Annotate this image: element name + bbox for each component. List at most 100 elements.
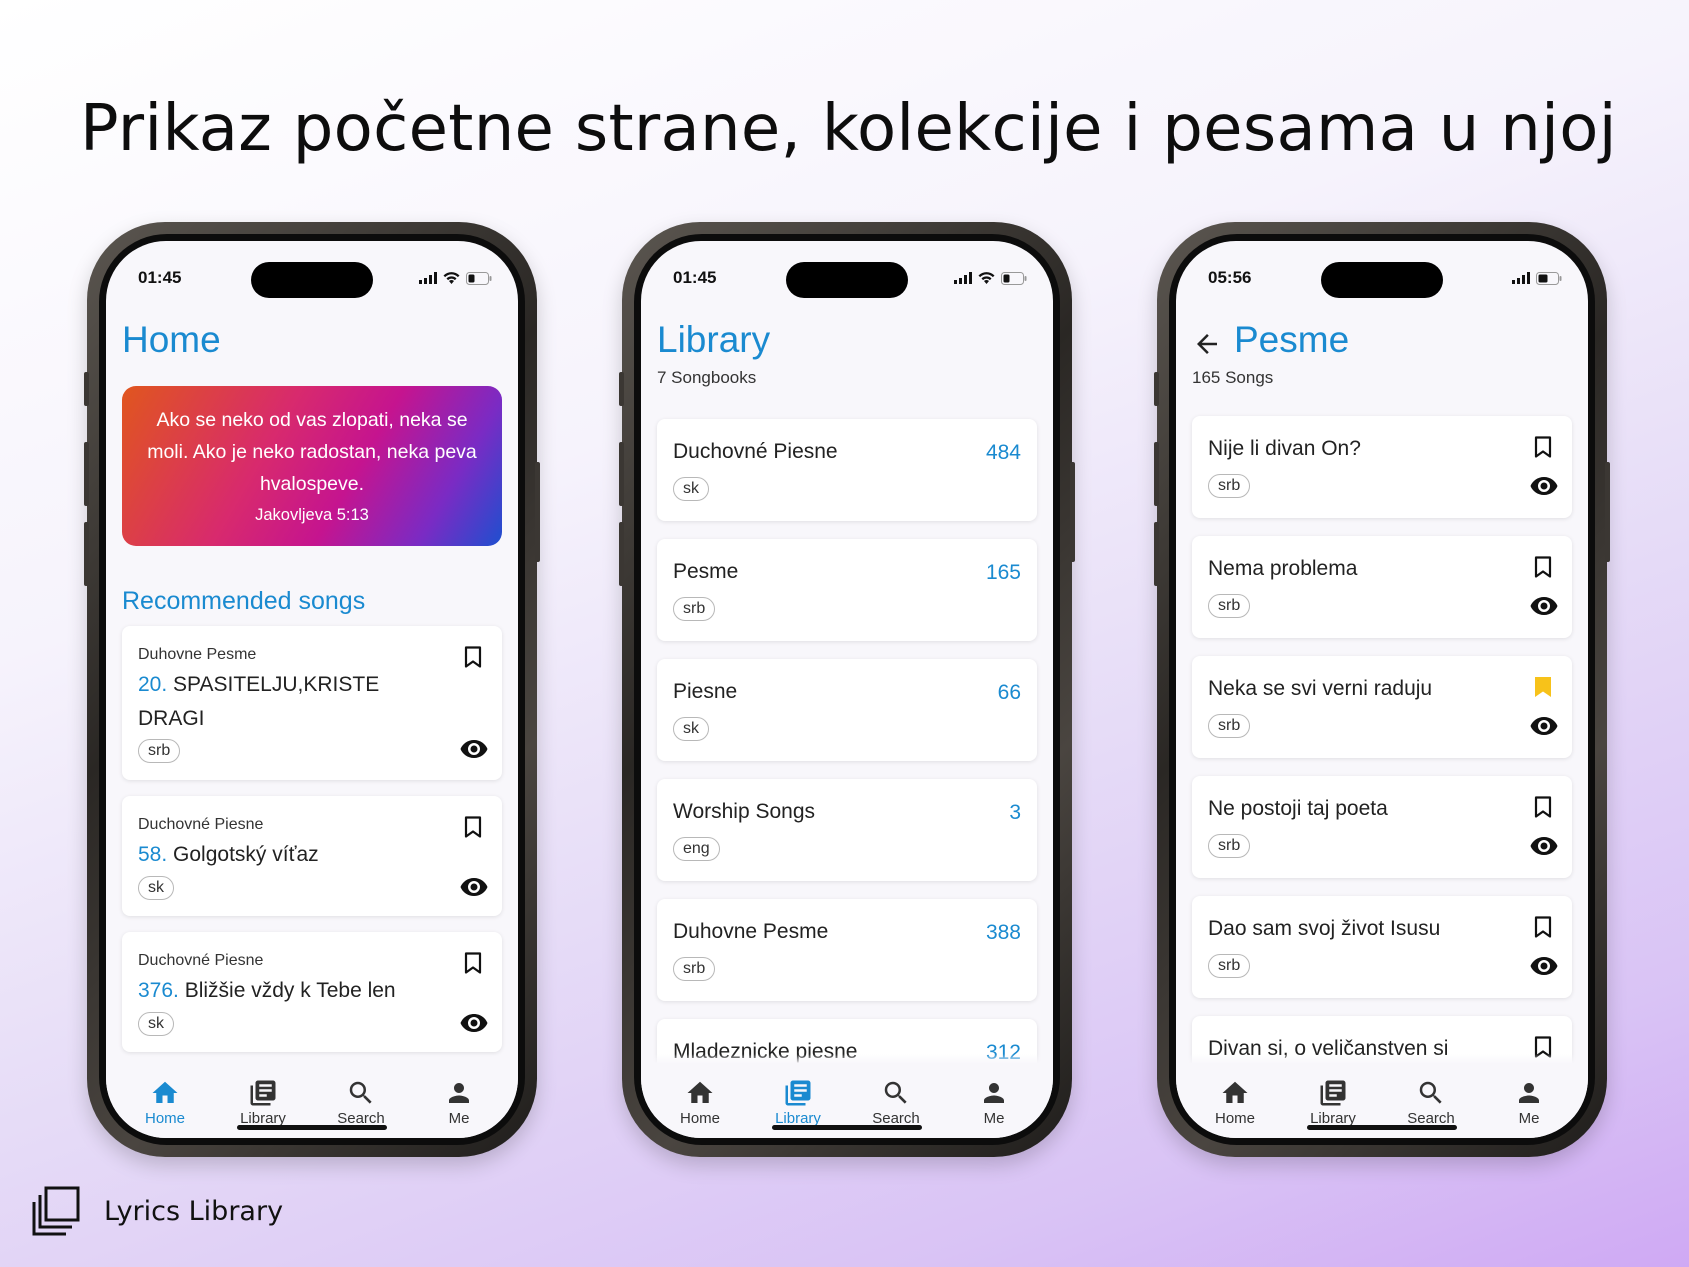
- tab-me[interactable]: Me: [951, 1064, 1037, 1138]
- status-bar: 01:45: [106, 241, 518, 301]
- language-chip: sk: [673, 717, 709, 741]
- songbook-card[interactable]: Duhovne Pesme 388 srb: [657, 899, 1037, 1001]
- bookmark-icon[interactable]: [1534, 916, 1552, 938]
- status-time: 01:45: [673, 268, 717, 287]
- language-chip: eng: [673, 837, 720, 861]
- language-chip: srb: [1208, 954, 1251, 978]
- status-bar: 05:56: [1176, 241, 1588, 301]
- song-count: 3: [1009, 801, 1021, 824]
- library-screen: 01:45 Library 7 Songbooks Duchovné Piesn…: [641, 241, 1053, 1138]
- songbook-card[interactable]: Pesme 165 srb: [657, 539, 1037, 641]
- language-chip: srb: [1208, 594, 1251, 618]
- battery-icon: [1536, 271, 1562, 285]
- language-chip: sk: [138, 876, 174, 900]
- verse-card[interactable]: Ako se neko od vas zlopati, neka se moli…: [122, 386, 502, 546]
- language-chip: srb: [138, 739, 181, 763]
- library-stack-icon: [32, 1186, 80, 1236]
- eye-icon[interactable]: [460, 739, 488, 759]
- song-count: 66: [997, 681, 1021, 704]
- tab-me[interactable]: Me: [1486, 1064, 1572, 1138]
- song-card[interactable]: Nije li divan On? srb: [1192, 416, 1572, 518]
- songbook-name: Duchovné Piesne: [138, 816, 264, 833]
- status-bar: 01:45: [641, 241, 1053, 301]
- song-card[interactable]: Neka se svi verni raduju srb: [1192, 656, 1572, 758]
- song-title: Nema problema: [1208, 557, 1358, 580]
- song-title: Nije li divan On?: [1208, 437, 1361, 460]
- language-chip: srb: [1208, 714, 1251, 738]
- eye-icon[interactable]: [1530, 956, 1558, 976]
- song-card[interactable]: Dao sam svoj život Isusu srb: [1192, 896, 1572, 998]
- tab-home[interactable]: Home: [1192, 1064, 1278, 1138]
- eye-icon[interactable]: [1530, 596, 1558, 616]
- songbook-name: Piesne: [673, 680, 738, 703]
- home-indicator: [772, 1125, 922, 1130]
- wifi-icon: [978, 272, 995, 284]
- verse-text: Ako se neko od vas zlopati, neka se moli…: [147, 409, 477, 495]
- song-title: Dao sam svoj život Isusu: [1208, 917, 1441, 940]
- signal-icon: [419, 272, 437, 284]
- phone-home: 01:45 Home Ako se neko od vas zlopati, n…: [84, 222, 540, 1157]
- song-count: 388: [985, 921, 1021, 944]
- battery-icon: [1001, 271, 1027, 285]
- eye-icon[interactable]: [1530, 836, 1558, 856]
- search-icon: [881, 1078, 911, 1108]
- song-count: 165: [985, 561, 1021, 584]
- pesme-screen: 05:56 Pesme 165 Songs Nije li divan On? …: [1176, 241, 1588, 1138]
- status-time: 01:45: [138, 268, 182, 287]
- page-title: Home: [122, 319, 221, 360]
- language-chip: sk: [138, 1012, 174, 1036]
- language-chip: srb: [1208, 474, 1251, 498]
- bookmark-icon[interactable]: [1534, 556, 1552, 578]
- library-icon: [783, 1078, 813, 1108]
- phone-library: 01:45 Library 7 Songbooks Duchovné Piesn…: [619, 222, 1075, 1157]
- home-icon: [150, 1078, 180, 1108]
- songbook-card[interactable]: Piesne 66 sk: [657, 659, 1037, 761]
- songbook-card[interactable]: Duchovné Piesne 484 sk: [657, 419, 1037, 521]
- brand-name: Lyrics Library: [104, 1195, 284, 1227]
- song-card[interactable]: Duchovné Piesne 58. Golgotský víťaz sk: [122, 796, 502, 916]
- back-arrow-icon[interactable]: [1192, 329, 1222, 359]
- tab-home[interactable]: Home: [657, 1064, 743, 1138]
- songbook-card[interactable]: Worship Songs 3 eng: [657, 779, 1037, 881]
- song-card[interactable]: Nema problema srb: [1192, 536, 1572, 638]
- song-card[interactable]: Duhovne Pesme 20. SPASITELJU,KRISTE DRAG…: [122, 626, 502, 780]
- song-title: 376. Bližšie vždy k Tebe len: [138, 979, 396, 1002]
- person-icon: [1514, 1078, 1544, 1108]
- eye-icon[interactable]: [1530, 476, 1558, 496]
- search-icon: [346, 1078, 376, 1108]
- language-chip: sk: [673, 477, 709, 501]
- brand-footer: Lyrics Library: [32, 1186, 283, 1236]
- song-title: 58. Golgotský víťaz: [138, 843, 319, 866]
- eye-icon[interactable]: [460, 1013, 488, 1033]
- page-title: Library: [657, 319, 771, 360]
- bookmark-icon[interactable]: [464, 646, 482, 668]
- eye-icon[interactable]: [1530, 716, 1558, 736]
- bookmark-icon[interactable]: [1534, 796, 1552, 818]
- songbook-name: Duchovné Piesne: [673, 440, 838, 463]
- bookmark-icon[interactable]: [464, 952, 482, 974]
- library-icon: [1318, 1078, 1348, 1108]
- song-title: Neka se svi verni raduju: [1208, 677, 1433, 700]
- home-screen: 01:45 Home Ako se neko od vas zlopati, n…: [106, 241, 518, 1138]
- bookmark-filled-icon[interactable]: [1534, 676, 1552, 698]
- eye-icon[interactable]: [460, 877, 488, 897]
- bookmark-icon[interactable]: [1534, 436, 1552, 458]
- language-chip: srb: [673, 957, 716, 981]
- library-icon: [248, 1078, 278, 1108]
- song-card[interactable]: Ne postoji taj poeta srb: [1192, 776, 1572, 878]
- phone-pesme: 05:56 Pesme 165 Songs Nije li divan On? …: [1154, 222, 1610, 1157]
- songbook-name: Pesme: [673, 560, 739, 583]
- songbook-count: 7 Songbooks: [657, 368, 757, 387]
- person-icon: [444, 1078, 474, 1108]
- home-icon: [685, 1078, 715, 1108]
- songbook-name: Duhovne Pesme: [138, 646, 257, 663]
- verse-reference: Jakovljeva 5:13: [255, 506, 369, 524]
- song-card[interactable]: Duchovné Piesne 376. Bližšie vždy k Tebe…: [122, 932, 502, 1052]
- battery-icon: [466, 271, 492, 285]
- tab-me[interactable]: Me: [416, 1064, 502, 1138]
- bookmark-icon[interactable]: [464, 816, 482, 838]
- person-icon: [979, 1078, 1009, 1108]
- tab-home[interactable]: Home: [122, 1064, 208, 1138]
- page-title: Pesme: [1234, 319, 1350, 360]
- song-title: Ne postoji taj poeta: [1208, 797, 1388, 820]
